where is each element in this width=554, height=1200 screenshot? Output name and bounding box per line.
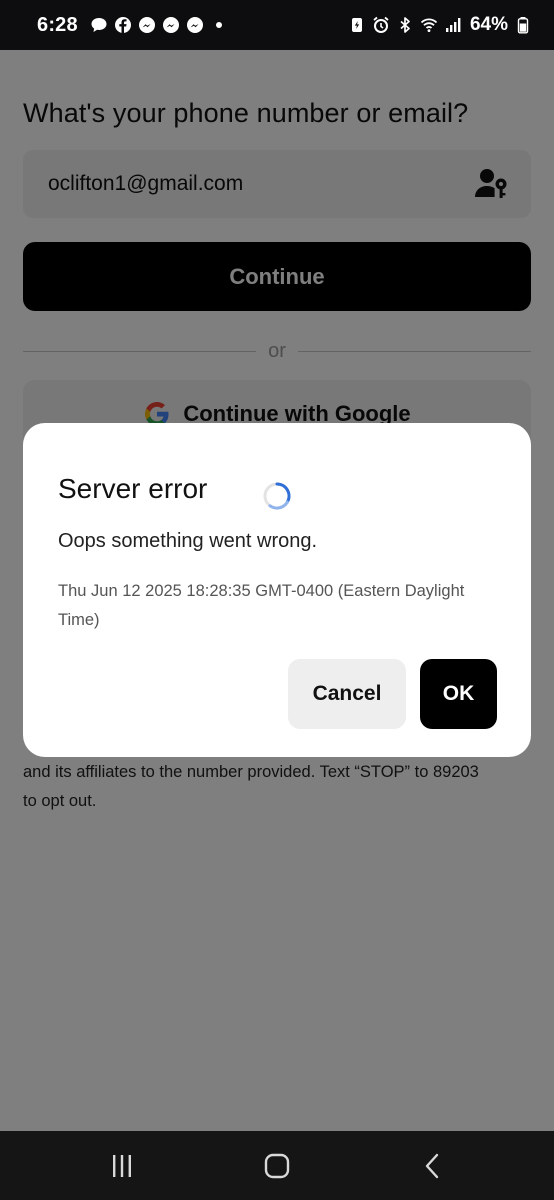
home-icon[interactable] bbox=[262, 1151, 292, 1181]
battery-percent: 64% bbox=[469, 14, 508, 35]
ok-button[interactable]: OK bbox=[420, 659, 497, 729]
battery-saver-icon bbox=[348, 16, 366, 34]
back-icon[interactable] bbox=[418, 1151, 448, 1181]
dot-icon bbox=[210, 16, 228, 34]
loading-spinner-icon bbox=[261, 480, 293, 512]
bluetooth-icon bbox=[396, 16, 414, 34]
messenger-icon bbox=[186, 16, 204, 34]
messenger-icon bbox=[162, 16, 180, 34]
chat-bubble-icon bbox=[90, 16, 108, 34]
status-right: 64% bbox=[348, 14, 532, 36]
alarm-icon bbox=[372, 16, 390, 34]
status-left: 6:28 bbox=[37, 14, 228, 37]
signal-icon bbox=[444, 16, 462, 34]
facebook-icon bbox=[114, 16, 132, 34]
dialog-message: Oops something went wrong. bbox=[58, 530, 318, 552]
screen: 6:28 64% oclifton1@gmail.com Server erro… bbox=[0, 0, 554, 1200]
battery-icon bbox=[514, 16, 532, 34]
system-nav-bar bbox=[0, 1131, 554, 1200]
status-time: 6:28 bbox=[37, 13, 78, 36]
recents-icon[interactable] bbox=[107, 1151, 137, 1181]
status-bar: 6:28 64% bbox=[0, 0, 554, 50]
cancel-button[interactable]: Cancel bbox=[288, 659, 406, 729]
error-dialog: Server error Oops something went wrong. … bbox=[23, 423, 531, 757]
wifi-icon bbox=[420, 16, 438, 34]
messenger-icon bbox=[138, 16, 156, 34]
dialog-title: Server error bbox=[58, 473, 208, 504]
dialog-timestamp: Thu Jun 12 2025 18:28:35 GMT-0400 (Easte… bbox=[58, 582, 465, 629]
